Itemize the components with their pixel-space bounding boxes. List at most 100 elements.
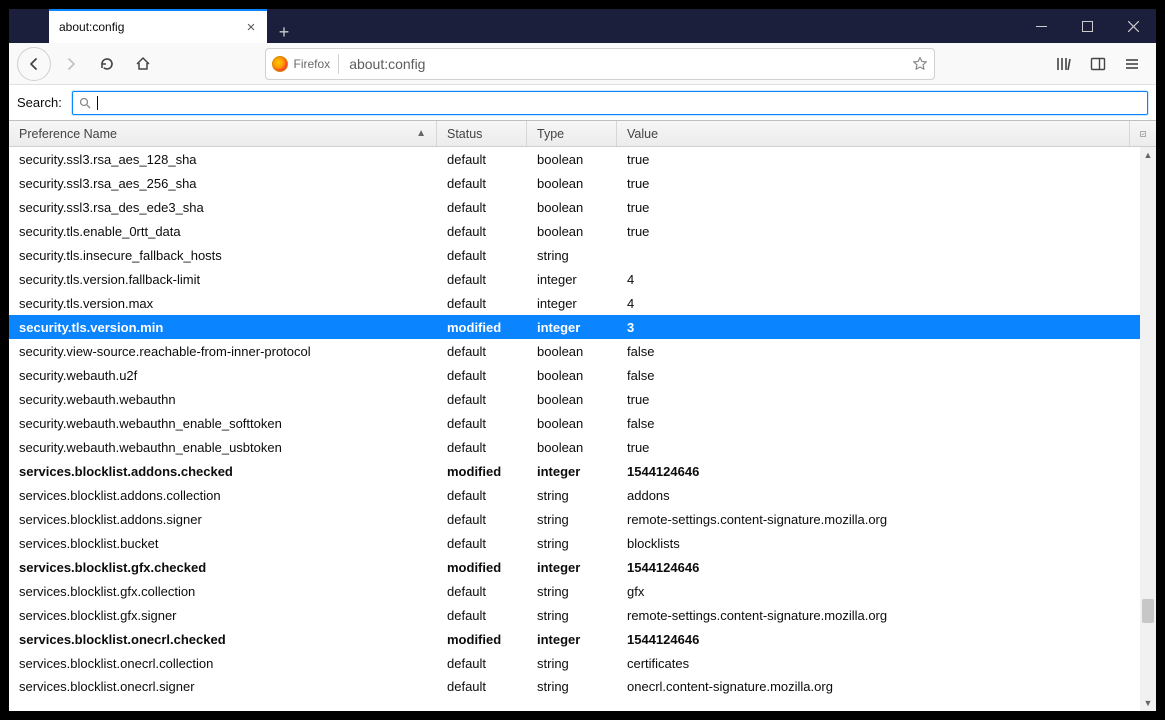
preference-row[interactable]: security.tls.version.maxdefaultinteger4	[9, 291, 1140, 315]
scroll-up-icon[interactable]: ▲	[1140, 147, 1156, 163]
pref-name: services.blocklist.addons.signer	[9, 512, 437, 527]
pref-status: default	[437, 608, 527, 623]
pref-value: false	[617, 416, 1140, 431]
preference-row[interactable]: security.webauth.webauthn_enable_usbtoke…	[9, 435, 1140, 459]
pref-status: default	[437, 272, 527, 287]
preference-row[interactable]: security.tls.version.fallback-limitdefau…	[9, 267, 1140, 291]
vertical-scrollbar[interactable]: ▲ ▼	[1140, 147, 1156, 711]
pref-value: 4	[617, 272, 1140, 287]
preference-row[interactable]: security.webauth.u2fdefaultbooleanfalse	[9, 363, 1140, 387]
new-tab-button[interactable]: +	[267, 22, 301, 43]
pref-value: onecrl.content-signature.mozilla.org	[617, 679, 1140, 694]
pref-value: 1544124646	[617, 560, 1140, 575]
bookmark-star-icon[interactable]	[912, 56, 928, 72]
preference-row[interactable]: security.view-source.reachable-from-inne…	[9, 339, 1140, 363]
library-button[interactable]	[1048, 48, 1080, 80]
preference-row[interactable]: services.blocklist.onecrl.collectiondefa…	[9, 651, 1140, 675]
back-button[interactable]	[17, 47, 51, 81]
pref-status: default	[437, 512, 527, 527]
pref-value: remote-settings.content-signature.mozill…	[617, 608, 1140, 623]
scroll-thumb[interactable]	[1142, 599, 1154, 623]
maximize-button[interactable]	[1064, 9, 1110, 43]
scroll-track[interactable]	[1140, 163, 1156, 695]
pref-value: true	[617, 176, 1140, 191]
column-header-type[interactable]: Type	[527, 121, 617, 146]
pref-name: security.tls.version.min	[9, 320, 437, 335]
pref-type: boolean	[527, 224, 617, 239]
preference-row[interactable]: security.tls.insecure_fallback_hostsdefa…	[9, 243, 1140, 267]
scroll-down-icon[interactable]: ▼	[1140, 695, 1156, 711]
pref-value: remote-settings.content-signature.mozill…	[617, 512, 1140, 527]
pref-type: string	[527, 608, 617, 623]
preference-row[interactable]: services.blocklist.addons.collectiondefa…	[9, 483, 1140, 507]
sort-ascending-icon: ▲	[416, 128, 426, 139]
pref-type: integer	[527, 464, 617, 479]
pref-status: default	[437, 440, 527, 455]
config-search-box[interactable]	[72, 91, 1148, 115]
preference-row[interactable]: services.blocklist.bucketdefaultstringbl…	[9, 531, 1140, 555]
forward-button[interactable]	[55, 48, 87, 80]
pref-value: blocklists	[617, 536, 1140, 551]
preference-row[interactable]: security.tls.enable_0rtt_datadefaultbool…	[9, 219, 1140, 243]
column-header-name[interactable]: Preference Name ▲	[9, 121, 437, 146]
close-window-button[interactable]	[1110, 9, 1156, 43]
pref-name: services.blocklist.gfx.collection	[9, 584, 437, 599]
config-search-input[interactable]	[104, 95, 1141, 110]
preference-row[interactable]: services.blocklist.addons.signerdefaults…	[9, 507, 1140, 531]
pref-status: default	[437, 344, 527, 359]
pref-type: integer	[527, 296, 617, 311]
preference-row[interactable]: services.blocklist.gfx.collectiondefault…	[9, 579, 1140, 603]
browser-tab[interactable]: about:config ×	[49, 9, 267, 43]
pref-type: string	[527, 584, 617, 599]
preference-row[interactable]: security.tls.version.minmodifiedinteger3	[9, 315, 1140, 339]
reload-button[interactable]	[91, 48, 123, 80]
pref-type: boolean	[527, 392, 617, 407]
preference-row[interactable]: security.ssl3.rsa_des_ede3_shadefaultboo…	[9, 195, 1140, 219]
pref-name: security.webauth.webauthn	[9, 392, 437, 407]
pref-status: modified	[437, 560, 527, 575]
identity-box[interactable]: Firefox	[272, 56, 331, 72]
home-button[interactable]	[127, 48, 159, 80]
sidebar-button[interactable]	[1082, 48, 1114, 80]
pref-name: services.blocklist.gfx.signer	[9, 608, 437, 623]
close-tab-icon[interactable]: ×	[243, 19, 259, 35]
pref-type: boolean	[527, 176, 617, 191]
preference-row[interactable]: services.blocklist.onecrl.checkedmodifie…	[9, 627, 1140, 651]
pref-status: modified	[437, 320, 527, 335]
text-caret	[97, 96, 98, 110]
pref-name: services.blocklist.addons.checked	[9, 464, 437, 479]
preference-row[interactable]: services.blocklist.gfx.checkedmodifiedin…	[9, 555, 1140, 579]
minimize-button[interactable]	[1018, 9, 1064, 43]
preference-row[interactable]: services.blocklist.onecrl.signerdefaults…	[9, 675, 1140, 697]
preference-row[interactable]: security.ssl3.rsa_aes_256_shadefaultbool…	[9, 171, 1140, 195]
column-headers: Preference Name ▲ Status Type Value	[9, 121, 1156, 147]
preference-row[interactable]: security.ssl3.rsa_aes_128_shadefaultbool…	[9, 147, 1140, 171]
pref-type: string	[527, 536, 617, 551]
pref-status: default	[437, 488, 527, 503]
pref-name: security.ssl3.rsa_des_ede3_sha	[9, 200, 437, 215]
pref-status: default	[437, 536, 527, 551]
url-bar[interactable]: Firefox about:config	[265, 48, 935, 80]
preference-row[interactable]: services.blocklist.gfx.signerdefaultstri…	[9, 603, 1140, 627]
pref-status: default	[437, 368, 527, 383]
pref-status: default	[437, 679, 527, 694]
column-header-status[interactable]: Status	[437, 121, 527, 146]
column-picker-button[interactable]	[1130, 121, 1156, 146]
pref-status: default	[437, 248, 527, 263]
pref-value: 1544124646	[617, 464, 1140, 479]
app-menu-button[interactable]	[1116, 48, 1148, 80]
firefox-logo-icon	[272, 56, 288, 72]
search-label: Search:	[17, 95, 62, 110]
preference-row[interactable]: security.webauth.webauthn_enable_softtok…	[9, 411, 1140, 435]
pref-name: security.webauth.u2f	[9, 368, 437, 383]
pref-status: modified	[437, 632, 527, 647]
pref-type: integer	[527, 320, 617, 335]
pref-type: boolean	[527, 416, 617, 431]
pref-status: default	[437, 176, 527, 191]
column-header-value[interactable]: Value	[617, 121, 1130, 146]
preference-row[interactable]: security.webauth.webauthndefaultbooleant…	[9, 387, 1140, 411]
pref-value: true	[617, 200, 1140, 215]
preference-row[interactable]: services.blocklist.addons.checkedmodifie…	[9, 459, 1140, 483]
pref-name: services.blocklist.gfx.checked	[9, 560, 437, 575]
pref-name: services.blocklist.onecrl.collection	[9, 656, 437, 671]
